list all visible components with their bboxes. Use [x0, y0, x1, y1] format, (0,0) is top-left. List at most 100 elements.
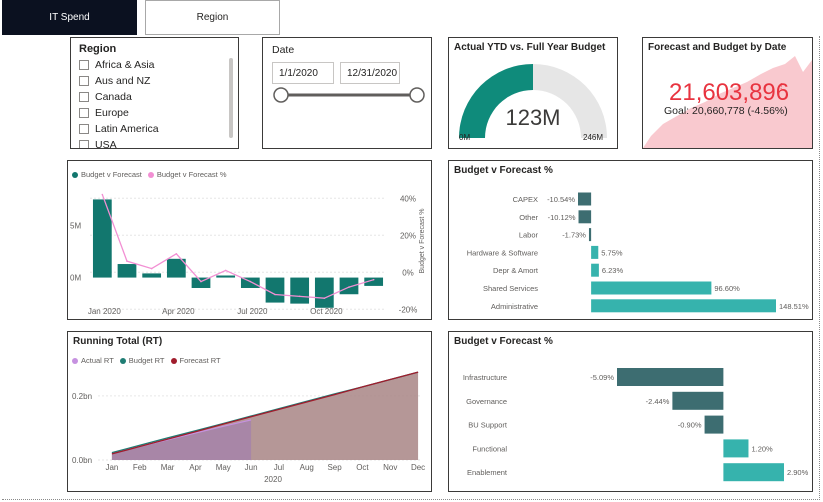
region-item-label: USA	[95, 139, 117, 149]
y-tick-label: 0.0bn	[72, 456, 92, 465]
tab-region[interactable]: Region	[145, 0, 280, 35]
slider-end-handle[interactable]	[409, 87, 425, 103]
slider-start-handle[interactable]	[273, 87, 289, 103]
bar	[142, 273, 162, 278]
gauge-value: 123M	[505, 105, 561, 130]
x-tick-label: Dec	[411, 463, 425, 472]
combo-chart-card: Budget v Forecast Budget v Forecast % 40…	[67, 160, 432, 320]
bar	[591, 245, 599, 259]
x-tick-label: Nov	[383, 463, 397, 472]
y2-axis-label: Budget v Forecast %	[419, 209, 426, 274]
region-item-label: Aus and NZ	[95, 75, 151, 87]
date-slicer: Date 1/1/2020 12/31/2020	[262, 37, 432, 149]
checkbox[interactable]	[79, 92, 89, 102]
region-item[interactable]: Africa & Asia	[79, 59, 155, 71]
line-point	[175, 252, 178, 255]
gauge-card: Actual YTD vs. Full Year Budget 123M 0M …	[448, 37, 618, 149]
category-label: Administrative	[491, 302, 538, 311]
start-date-input[interactable]: 1/1/2020	[272, 62, 334, 84]
data-label: 148.51%	[779, 302, 809, 311]
checkbox[interactable]	[79, 124, 89, 134]
tab-region-label: Region	[196, 12, 229, 23]
category-label: Functional	[472, 444, 507, 453]
category-label: Depr & Amort	[493, 266, 539, 275]
bar	[591, 299, 776, 313]
date-slicer-title: Date	[272, 44, 295, 56]
kpi-goal: Goal: 20,660,778 (-4.56%)	[664, 105, 788, 117]
gauge-chart	[459, 64, 607, 138]
kpi-value: 21,603,896	[669, 79, 790, 106]
line-point	[298, 295, 301, 298]
region-scrollbar[interactable]	[229, 58, 233, 138]
kpi-card: Forecast and Budget by Date 21,603,896 !…	[642, 37, 813, 149]
date-range-slider[interactable]	[263, 83, 431, 107]
line-point	[200, 280, 202, 283]
x-tick-label: Apr 2020	[162, 307, 195, 316]
data-label: 5.75%	[601, 248, 623, 257]
bar	[265, 277, 285, 303]
x-tick-label: Jul 2020	[237, 307, 268, 316]
bar	[672, 391, 724, 410]
y-tick-label: 5M	[70, 221, 81, 230]
tab-it-spend[interactable]: IT Spend	[2, 0, 137, 35]
region-item[interactable]: Europe	[79, 107, 129, 119]
region-item-label: Europe	[95, 107, 129, 119]
bar	[723, 463, 784, 482]
region-slicer: Region Africa & Asia Aus and NZ Canada E…	[70, 37, 239, 149]
y2-tick-label: 40%	[400, 194, 416, 203]
bar	[704, 415, 724, 434]
line-point	[249, 280, 252, 283]
data-label: 2.90%	[787, 468, 809, 477]
x-tick-label: Feb	[133, 463, 147, 472]
bar	[290, 277, 310, 304]
budget-forecast-pct-card-2: Budget v Forecast % Infrastructure -5.09%…	[448, 331, 813, 492]
category-label: CAPEX	[513, 195, 538, 204]
line-point	[224, 269, 227, 272]
checkbox[interactable]	[79, 140, 89, 148]
checkbox[interactable]	[79, 76, 89, 86]
line-point	[126, 260, 128, 262]
x-tick-label: May	[216, 463, 231, 472]
category-label: Governance	[466, 397, 507, 406]
bar	[314, 277, 334, 308]
line-point	[274, 293, 276, 296]
combo-chart: 40% 20% 0% -20% Budget v Forecast % 5M 0M Jan 2…	[70, 193, 426, 316]
end-date-input[interactable]: 12/31/2020	[340, 62, 400, 84]
region-item[interactable]: Canada	[79, 91, 132, 103]
x-tick-label: Jan	[105, 463, 118, 472]
x-tick-label: Jan 2020	[88, 307, 121, 316]
x-tick-label: Sep	[327, 463, 342, 472]
checkbox[interactable]	[79, 60, 89, 70]
region-item-label: Canada	[95, 91, 132, 103]
line-point	[348, 286, 350, 288]
y2-tick-label: 0%	[402, 268, 414, 277]
category-label: Infrastructure	[463, 373, 507, 382]
actual-area	[111, 419, 252, 460]
bar	[578, 210, 592, 224]
y-tick-label: 0.2bn	[72, 392, 92, 401]
line-point	[372, 278, 375, 281]
data-label: 1.20%	[751, 444, 773, 453]
data-label: 6.23%	[602, 266, 624, 275]
bar	[578, 192, 592, 206]
kpi-title: Forecast and Budget by Date	[648, 42, 787, 53]
data-label: -0.90%	[678, 421, 702, 430]
data-label: -2.44%	[646, 397, 670, 406]
x-tick-label: Jun	[245, 463, 258, 472]
bar	[591, 281, 712, 295]
gauge-max-label: 246M	[583, 133, 604, 142]
region-item[interactable]: USA	[79, 139, 117, 149]
bar	[588, 228, 592, 242]
region-item[interactable]: Latin America	[79, 123, 159, 135]
running-total-chart: 0.2bn 0.0bn Jan Feb Mar Apr May Jun Jul Aug Sep Oct…	[72, 371, 425, 484]
region-item[interactable]: Aus and NZ	[79, 75, 150, 87]
y-tick-label: 0M	[70, 274, 81, 283]
running-total-card: Running Total (RT) Actual RT Budget RT F…	[67, 331, 432, 492]
data-label: 96.60%	[714, 284, 740, 293]
checkbox[interactable]	[79, 108, 89, 118]
x-axis-label: 2020	[264, 475, 282, 484]
gauge-min-label: 0M	[459, 133, 471, 142]
y2-tick-label: -20%	[399, 305, 418, 314]
bar	[339, 277, 359, 295]
x-tick-label: Aug	[300, 463, 314, 472]
